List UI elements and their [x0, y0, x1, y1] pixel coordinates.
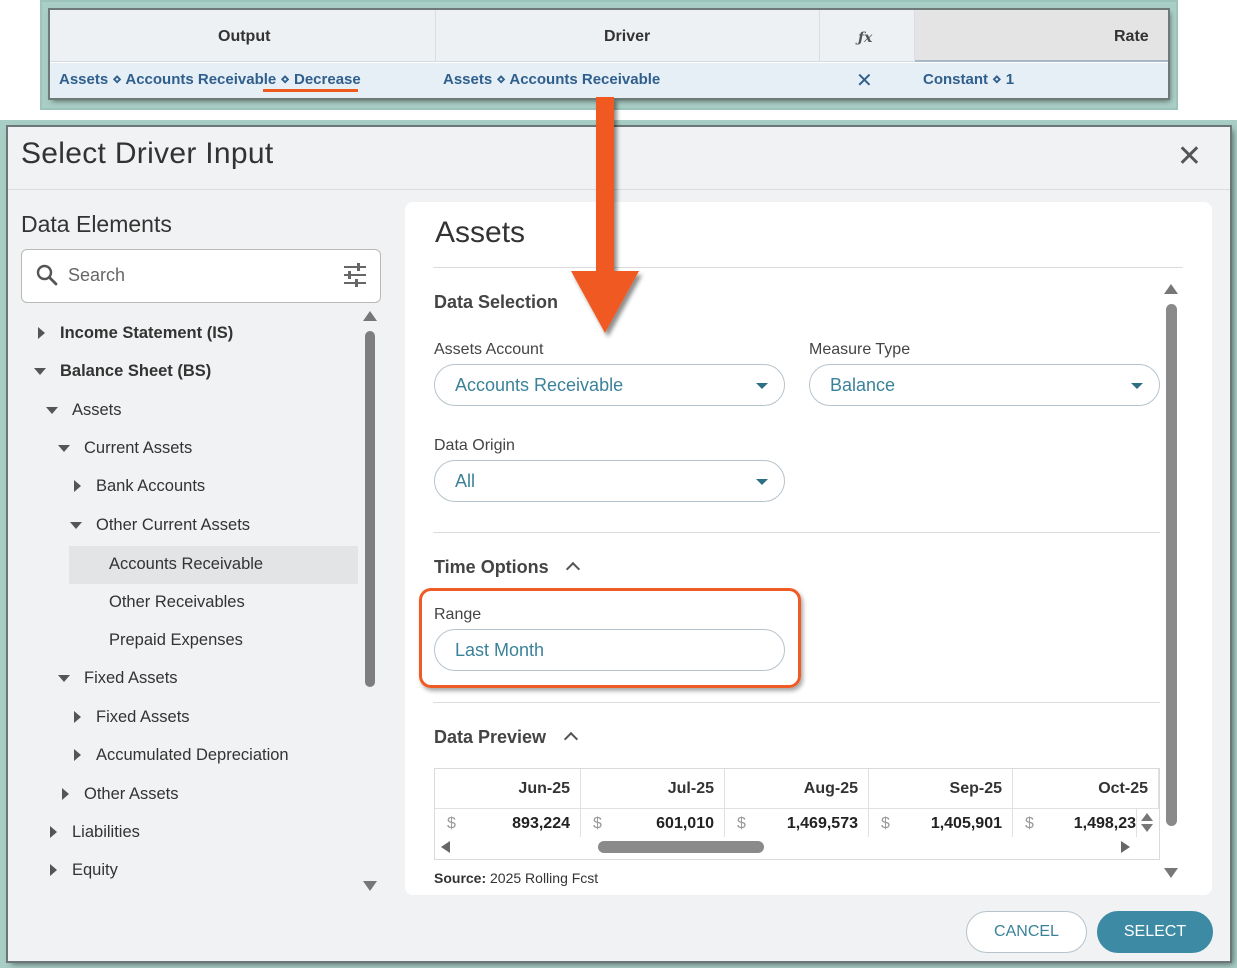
tree-node-other-current-assets[interactable]: Other Current Assets: [8, 509, 358, 545]
range-select[interactable]: Last Month: [434, 629, 785, 671]
fx-cell-x-icon[interactable]: ✕: [856, 68, 873, 93]
mapping-table-header: Output Driver ƒx Rate: [50, 10, 1168, 62]
preview-scrollbar-thumb[interactable]: [598, 841, 764, 853]
preview-column-header: Sep-25: [869, 769, 1013, 809]
caret-down-icon[interactable]: [58, 675, 70, 682]
scroll-down-arrow-icon[interactable]: [363, 881, 377, 891]
preview-value-cell: $1,498,23: [1013, 809, 1137, 837]
caret-right-icon[interactable]: [38, 327, 45, 339]
screenshot-stage: Output Driver ƒx Rate Assets ⋄ Accounts …: [0, 0, 1237, 968]
data-preview-table: Jun-25 Jul-25 Aug-25 Sep-25 Oct-25 $893,…: [434, 768, 1160, 860]
caret-down-icon[interactable]: [46, 407, 58, 414]
caret-down-icon[interactable]: [34, 368, 46, 375]
caret-down-icon[interactable]: [70, 522, 82, 529]
panel-scrollbar[interactable]: [1164, 282, 1180, 882]
chevron-up-icon[interactable]: [565, 561, 581, 577]
dropdown-arrow-icon: [756, 383, 768, 389]
preview-column-header: Oct-25: [1013, 769, 1159, 809]
tree-scrollbar-thumb[interactable]: [365, 331, 375, 687]
preview-value-cell: $1,405,901: [869, 809, 1013, 837]
section-divider: [433, 532, 1160, 533]
preview-column-header: Aug-25: [725, 769, 869, 809]
tree-node-fixed-assets[interactable]: Fixed Assets: [8, 701, 358, 737]
preview-column-header: Jun-25: [435, 769, 581, 809]
data-source: Source: 2025 Rolling Fcst: [434, 870, 599, 886]
section-divider: [433, 702, 1160, 703]
preview-value-cell: $1,469,573: [725, 809, 869, 837]
preview-value-cell: $601,010: [581, 809, 725, 837]
rate-column-header[interactable]: Rate: [1114, 28, 1149, 46]
measure-type-select[interactable]: Balance: [809, 364, 1160, 406]
panel-scrollbar-thumb[interactable]: [1166, 304, 1177, 826]
driver-detail-panel: Assets Data Selection Assets Account Acc…: [405, 202, 1212, 895]
assets-account-label: Assets Account: [434, 341, 544, 358]
filter-settings-icon[interactable]: [342, 262, 368, 293]
caret-right-icon[interactable]: [50, 826, 57, 838]
data-origin-select[interactable]: All: [434, 460, 785, 502]
data-origin-label: Data Origin: [434, 437, 515, 454]
tree-node-equity[interactable]: Equity: [8, 854, 358, 890]
scroll-up-arrow-icon[interactable]: [363, 311, 377, 321]
output-highlight-underline: [263, 89, 358, 92]
tree-node-income-statement[interactable]: Income Statement (IS): [8, 317, 358, 353]
tree-node-accounts-receivable[interactable]: Accounts Receivable: [69, 546, 358, 584]
output-measure: Decrease: [294, 71, 361, 88]
output-path: Assets ⋄ Accounts Receivable ⋄: [59, 71, 290, 88]
driver-cell[interactable]: Assets ⋄ Accounts Receivable: [443, 70, 660, 88]
measure-type-label: Measure Type: [809, 341, 911, 358]
chevron-up-icon[interactable]: [563, 731, 579, 747]
caret-right-icon[interactable]: [62, 788, 69, 800]
data-elements-tree: Income Statement (IS) Balance Sheet (BS)…: [8, 317, 368, 897]
preview-value-cell: $893,224: [435, 809, 581, 837]
rate-cell[interactable]: Constant ⋄ 1: [923, 70, 1014, 88]
search-placeholder: Search: [68, 265, 126, 285]
row-scroll-arrows-icon[interactable]: [1141, 811, 1155, 835]
tree-scrollbar[interactable]: [363, 307, 377, 897]
data-preview-heading[interactable]: Data Preview: [434, 727, 546, 748]
dialog-title: Select Driver Input: [21, 137, 274, 170]
dropdown-arrow-icon: [756, 479, 768, 485]
select-driver-dialog: Select Driver Input ✕ Data Elements Sear…: [8, 127, 1230, 961]
tree-node-prepaid-expenses[interactable]: Prepaid Expenses: [8, 624, 358, 660]
time-options-heading[interactable]: Time Options: [434, 557, 549, 578]
panel-title-divider: [433, 267, 1183, 268]
tree-node-bank-accounts[interactable]: Bank Accounts: [8, 470, 358, 506]
tree-node-current-assets[interactable]: Current Assets: [8, 432, 358, 468]
range-label: Range: [434, 606, 482, 623]
tree-node-other-receivables[interactable]: Other Receivables: [8, 586, 358, 622]
tree-node-liabilities[interactable]: Liabilities: [8, 816, 358, 852]
caret-down-icon[interactable]: [58, 445, 70, 452]
scroll-left-arrow-icon[interactable]: [441, 841, 450, 853]
panel-title: Assets: [435, 216, 526, 249]
dropdown-arrow-icon: [1131, 383, 1143, 389]
tree-node-other-assets[interactable]: Other Assets: [8, 778, 358, 814]
scroll-right-arrow-icon[interactable]: [1121, 841, 1130, 853]
scroll-up-arrow-icon[interactable]: [1164, 284, 1178, 294]
search-input[interactable]: Search: [21, 249, 381, 303]
select-button[interactable]: SELECT: [1097, 911, 1213, 953]
caret-right-icon[interactable]: [74, 711, 81, 723]
cancel-button[interactable]: CANCEL: [966, 911, 1087, 953]
assets-account-select[interactable]: Accounts Receivable: [434, 364, 785, 406]
search-icon: [35, 263, 59, 292]
tree-node-fixed-assets-group[interactable]: Fixed Assets: [8, 662, 358, 698]
close-icon[interactable]: ✕: [1177, 139, 1202, 174]
caret-right-icon[interactable]: [50, 864, 57, 876]
scroll-down-arrow-icon[interactable]: [1164, 868, 1178, 878]
data-elements-title: Data Elements: [21, 211, 172, 237]
mapping-table: Output Driver ƒx Rate Assets ⋄ Accounts …: [50, 10, 1168, 98]
preview-horizontal-scrollbar[interactable]: [435, 837, 1159, 859]
title-divider: [8, 189, 1230, 190]
driver-column-header[interactable]: Driver: [604, 28, 650, 46]
tree-node-balance-sheet[interactable]: Balance Sheet (BS): [8, 355, 358, 391]
preview-column-header: Jul-25: [581, 769, 725, 809]
caret-right-icon[interactable]: [74, 480, 81, 492]
tree-node-assets[interactable]: Assets: [8, 394, 358, 430]
fx-column-header: ƒx: [858, 30, 873, 46]
output-column-header[interactable]: Output: [218, 28, 270, 46]
data-selection-heading: Data Selection: [434, 292, 559, 312]
tree-node-accumulated-depreciation[interactable]: Accumulated Depreciation: [8, 739, 358, 775]
caret-right-icon[interactable]: [74, 749, 81, 761]
output-cell[interactable]: Assets ⋄ Accounts Receivable ⋄ Decrease: [59, 70, 361, 88]
